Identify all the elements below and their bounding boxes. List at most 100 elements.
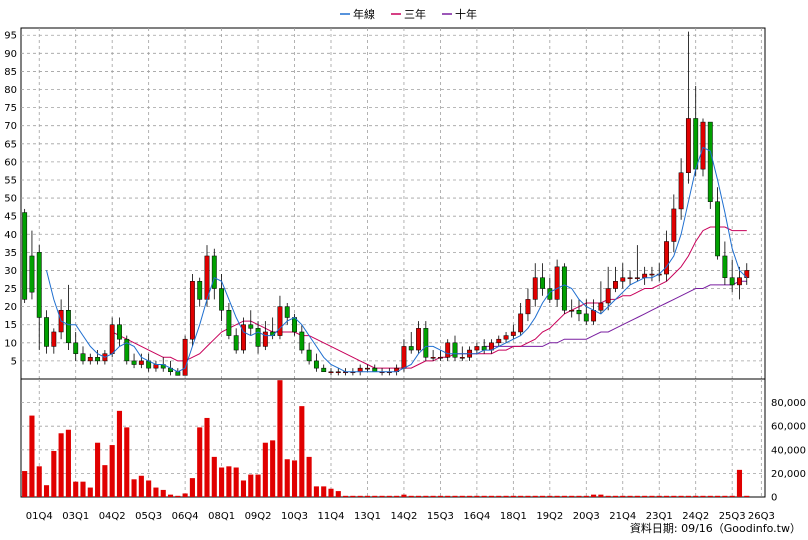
candle-body: [22, 212, 28, 300]
candle-body: [131, 360, 137, 365]
volume-bar: [321, 486, 327, 497]
volume-bar: [656, 495, 662, 497]
x-tick-label: 23Q1: [646, 511, 673, 522]
volume-bar: [598, 494, 604, 497]
candle-body: [722, 255, 728, 278]
candle-body: [277, 306, 283, 336]
candle-body: [44, 317, 49, 347]
volume-bar: [277, 380, 283, 497]
volume-bar: [204, 417, 210, 497]
x-tick-label: 05Q3: [135, 511, 162, 522]
chart-legend: 年線 三年 十年: [340, 7, 477, 21]
price-y-tick-label: 45: [4, 212, 17, 223]
volume-bar: [510, 495, 516, 497]
candle-body: [642, 273, 648, 278]
x-axis: 01Q4 03Q1 04Q2 05Q3 06Q4 08Q1 09Q2 10Q3 11Q4 13Q1…: [26, 511, 775, 522]
volume-bar: [518, 495, 524, 497]
volume-bar: [284, 459, 290, 497]
candle-body: [372, 367, 378, 373]
candle-body: [321, 367, 327, 373]
volume-bar: [437, 495, 443, 497]
candle-body: [664, 241, 669, 275]
x-tick-label: 24Q2: [682, 511, 709, 522]
price-panel: 5 10 15 20 25 30 35 40 45 50 55 60 65 70 75 80 85 90 95: [4, 27, 766, 380]
volume-bar: [415, 495, 422, 497]
volume-bar: [131, 479, 137, 497]
volume-bar: [715, 495, 721, 497]
candle-body: [715, 201, 721, 257]
x-tick-label: 16Q4: [463, 511, 490, 522]
candle-body: [561, 266, 567, 311]
candle-body: [634, 277, 640, 279]
volume-bar: [736, 469, 743, 497]
price-y-tick-label: 20: [4, 302, 17, 313]
candle-body: [627, 277, 633, 279]
volume-bar: [467, 495, 473, 497]
volume-bar: [233, 467, 239, 497]
volume-bar: [109, 445, 115, 497]
price-y-tick-label: 60: [4, 157, 17, 168]
volume-bar: [481, 495, 487, 497]
volume-bar: [313, 486, 319, 497]
volume-bar: [146, 480, 152, 497]
volume-bar: [226, 466, 232, 497]
volume-bar: [744, 495, 750, 497]
volume-bar: [58, 433, 64, 497]
x-tick-label: 11Q4: [318, 511, 345, 522]
price-y-tick-label: 40: [4, 230, 17, 241]
source-note: 資料日期: 09/16（Goodinfo.tw）: [630, 521, 801, 535]
volume-bar: [65, 429, 71, 497]
candle-body: [700, 121, 706, 170]
candle-body: [569, 309, 575, 312]
candle-body: [525, 299, 531, 315]
volume-bar: [671, 495, 677, 497]
candle-body: [532, 277, 538, 300]
candle-body: [481, 346, 487, 351]
candle-body: [707, 121, 713, 202]
candle-body: [591, 309, 597, 322]
x-tick-label: 20Q3: [573, 511, 600, 522]
volume-bar: [379, 495, 385, 497]
candle-body: [197, 281, 203, 300]
volume-bar: [270, 440, 276, 497]
volume-bar: [678, 495, 684, 497]
volume-bar: [175, 495, 181, 497]
volume-bar: [372, 495, 378, 497]
candle-body: [87, 357, 93, 362]
candle-body: [554, 266, 560, 300]
volume-bar: [357, 495, 363, 497]
candle-body: [357, 367, 363, 373]
price-y-tick-label: 70: [4, 121, 17, 132]
candle-body: [95, 357, 101, 362]
candle-body: [605, 288, 611, 304]
candle-body: [219, 288, 225, 311]
volume-bar: [22, 471, 28, 497]
volume-y-tick-label: 60,000: [771, 422, 806, 433]
price-y-tick-label: 25: [4, 284, 17, 295]
volume-bar: [591, 494, 597, 497]
price-y-tick-label: 90: [4, 49, 17, 60]
volume-bar: [627, 495, 633, 497]
x-tick-label: 26Q3: [748, 511, 775, 522]
volume-bar: [430, 495, 436, 497]
volume-bar: [197, 427, 203, 497]
candle-body: [452, 342, 458, 358]
volume-y-tick-label: 20,000: [771, 469, 806, 480]
volume-bar: [248, 474, 254, 497]
volume-bar: [693, 495, 699, 497]
x-tick-label: 09Q2: [245, 511, 272, 522]
volume-bar: [663, 495, 670, 497]
volume-bar: [649, 495, 655, 497]
volume-bar: [364, 495, 371, 497]
candle-body: [226, 309, 232, 336]
legend-label: 三年: [404, 7, 426, 21]
price-y-tick-label: 65: [4, 139, 17, 150]
volume-bar: [116, 410, 123, 497]
price-y-tick-label: 15: [4, 320, 17, 331]
price-y-tick-label: 35: [4, 248, 17, 259]
candle-body: [335, 371, 341, 374]
volume-bar: [87, 487, 93, 497]
candle-body: [328, 371, 334, 374]
volume-y-tick-label: 80,000: [771, 398, 806, 409]
price-y-tick-label: 80: [4, 85, 17, 96]
